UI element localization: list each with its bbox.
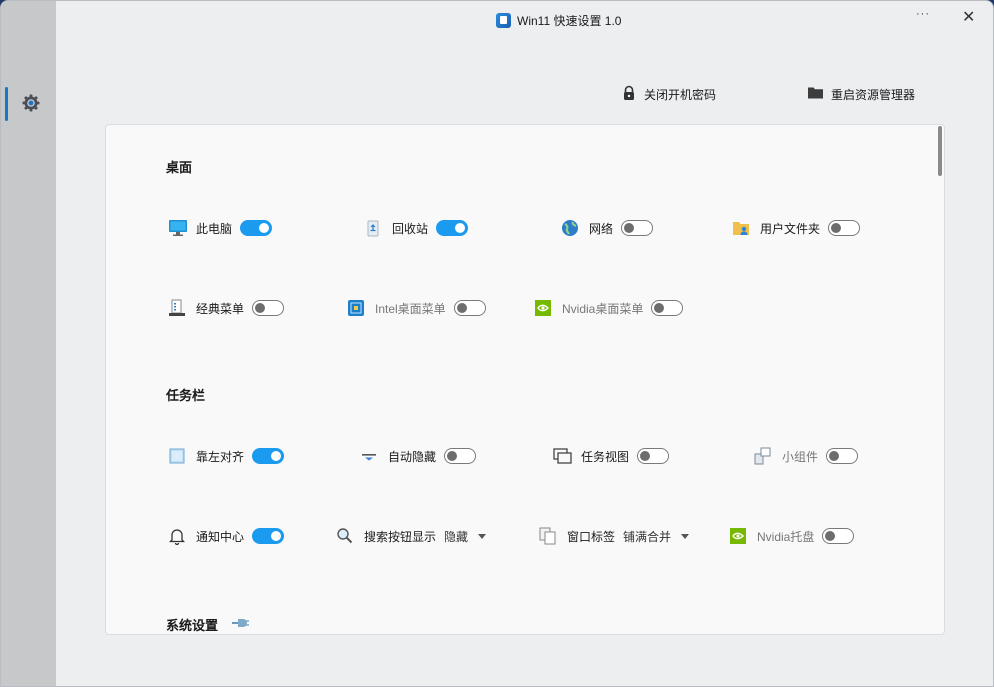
- setting-label: 小组件: [782, 449, 819, 464]
- setting-nvidia-tray: Nvidia托盘: [729, 526, 855, 546]
- recycle-bin-toggle[interactable]: [436, 220, 469, 236]
- setting-intel-menu: Intel桌面菜单: [347, 298, 486, 318]
- setting-auto-hide: 自动隐藏: [360, 446, 477, 466]
- chevron-down-icon: [478, 533, 487, 539]
- sidebar-active-indicator: [5, 87, 8, 121]
- nvidia-icon: [534, 299, 552, 317]
- notification-center-toggle[interactable]: [252, 528, 285, 544]
- task-view-toggle[interactable]: [637, 448, 670, 464]
- intel-menu-toggle[interactable]: [453, 300, 486, 316]
- recycle-bin-icon: [364, 219, 382, 237]
- setting-label: 搜索按钮显示: [364, 529, 437, 544]
- more-options-button[interactable]: ···: [916, 8, 930, 20]
- chevron-down-icon: [681, 533, 690, 539]
- section-title-system: 系统设置: [166, 618, 219, 633]
- auto-hide-icon: [360, 447, 378, 465]
- setting-network: 网络: [561, 218, 654, 238]
- setting-search-button: 搜索按钮显示 隐藏: [336, 526, 487, 546]
- setting-task-view: 任务视图: [553, 446, 670, 466]
- lock-icon: [621, 85, 637, 104]
- intel-icon: [347, 299, 365, 317]
- setting-nvidia-menu: Nvidia桌面菜单: [534, 298, 684, 318]
- sidebar: [1, 1, 56, 686]
- setting-recycle-bin: 回收站: [364, 218, 469, 238]
- gear-icon[interactable]: [21, 93, 41, 113]
- disable-boot-password-label: 关闭开机密码: [644, 88, 717, 102]
- classic-menu-icon: [168, 299, 186, 317]
- window-tabs-icon: [539, 527, 557, 545]
- disable-boot-password-button[interactable]: 关闭开机密码: [621, 85, 716, 104]
- auto-hide-toggle[interactable]: [444, 448, 477, 464]
- setting-this-pc: 此电脑: [168, 218, 273, 238]
- restart-explorer-label: 重启资源管理器: [831, 87, 916, 102]
- setting-label: 靠左对齐: [196, 449, 245, 464]
- window-title: Win11 快速设置 1.0: [496, 12, 621, 29]
- folder-icon: [807, 85, 824, 103]
- network-toggle[interactable]: [621, 220, 654, 236]
- section-system: 系统设置: [166, 615, 250, 634]
- setting-label: 窗口标签: [567, 529, 616, 544]
- title-bar[interactable]: Win11 快速设置 1.0 ··· ✕: [56, 1, 993, 39]
- setting-widgets: 小组件: [754, 446, 859, 466]
- task-view-icon: [553, 447, 572, 465]
- setting-label: 经典菜单: [196, 301, 245, 316]
- nvidia-icon: [729, 527, 747, 545]
- window-tabs-dropdown[interactable]: 铺满合并: [623, 528, 690, 545]
- setting-label: Nvidia桌面菜单: [562, 301, 644, 316]
- search-button-dropdown-value: 隐藏: [444, 529, 469, 544]
- close-button[interactable]: ✕: [962, 7, 975, 27]
- nvidia-menu-toggle[interactable]: [651, 300, 684, 316]
- settings-panel: 桌面 此电脑 回收站 网络 用户文件夹 经典菜单 Intel桌面菜单 Nvidi…: [105, 124, 945, 635]
- plug-icon: [230, 617, 250, 632]
- user-folder-icon: [732, 219, 750, 237]
- app-logo-icon: [496, 13, 511, 28]
- align-left-icon: [168, 447, 186, 465]
- section-title-desktop: 桌面: [166, 160, 193, 175]
- restart-explorer-button[interactable]: 重启资源管理器: [807, 85, 915, 103]
- setting-align-left: 靠左对齐: [168, 446, 285, 466]
- setting-label: 网络: [589, 221, 614, 236]
- app-window: Win11 快速设置 1.0 ··· ✕ 关闭开机密码 重启资源管理器 桌面 此…: [0, 0, 994, 687]
- setting-label: Nvidia托盘: [757, 529, 815, 544]
- search-icon: [336, 527, 354, 545]
- setting-label: 用户文件夹: [760, 221, 821, 236]
- window-tabs-dropdown-value: 铺满合并: [623, 529, 672, 544]
- widgets-icon: [754, 447, 772, 465]
- align-left-toggle[interactable]: [252, 448, 285, 464]
- window-title-text: Win11 快速设置 1.0: [517, 14, 622, 28]
- bell-icon: [168, 527, 186, 546]
- search-button-dropdown[interactable]: 隐藏: [444, 528, 487, 545]
- setting-user-folder: 用户文件夹: [732, 218, 861, 238]
- widgets-toggle[interactable]: [826, 448, 859, 464]
- scrollbar-thumb[interactable]: [938, 126, 942, 176]
- setting-window-tabs: 窗口标签 铺满合并: [539, 526, 690, 546]
- this-pc-toggle[interactable]: [240, 220, 273, 236]
- setting-label: Intel桌面菜单: [375, 301, 446, 316]
- scrollbar[interactable]: [937, 126, 943, 634]
- setting-label: 自动隐藏: [388, 449, 437, 464]
- nvidia-tray-toggle[interactable]: [822, 528, 855, 544]
- setting-label: 通知中心: [196, 529, 245, 544]
- setting-notification-center: 通知中心: [168, 526, 285, 546]
- setting-classic-menu: 经典菜单: [168, 298, 285, 318]
- setting-label: 任务视图: [581, 449, 630, 464]
- monitor-icon: [168, 219, 187, 237]
- section-title-taskbar: 任务栏: [166, 388, 206, 403]
- classic-menu-toggle[interactable]: [252, 300, 285, 316]
- setting-label: 回收站: [392, 221, 429, 236]
- setting-label: 此电脑: [196, 221, 233, 236]
- globe-icon: [561, 219, 579, 237]
- user-folder-toggle[interactable]: [828, 220, 861, 236]
